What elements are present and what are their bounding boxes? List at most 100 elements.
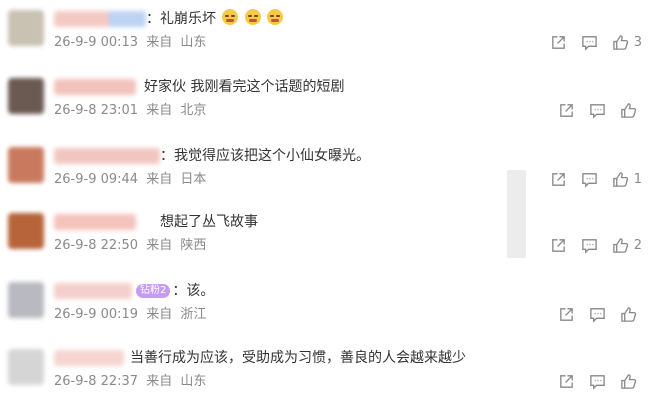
- reply-button[interactable]: [581, 171, 598, 188]
- like-button[interactable]: [620, 102, 642, 119]
- username[interactable]: [54, 11, 146, 27]
- comment-location: 北京: [180, 103, 207, 118]
- comment-meta: 26-9-9 00:13 来自 山东: [54, 34, 206, 52]
- share-button[interactable]: [558, 306, 575, 323]
- comment-item: ：我觉得应该把这个小仙女曝光。 26-9-9 09:44 来自 日本 1: [0, 139, 650, 205]
- thumbs-up-icon: [621, 373, 637, 389]
- like-button[interactable]: 1: [612, 171, 642, 188]
- crying-face-icon: [267, 9, 284, 25]
- comment-actions: [544, 100, 642, 120]
- comment-text: ：礼崩乐坏: [146, 9, 284, 29]
- comment-item: ：礼崩乐坏 26-9-9 00:13 来自 山东 3: [0, 2, 650, 68]
- share-button[interactable]: [550, 237, 567, 254]
- like-count: 3: [633, 34, 642, 50]
- fan-badge[interactable]: 钻粉2: [136, 284, 171, 298]
- comment-actions: 3: [536, 32, 642, 52]
- thumbs-up-icon: [612, 171, 628, 187]
- thumbs-up-icon: [612, 237, 628, 253]
- comment-text: 钻粉2 ：该。: [134, 281, 214, 301]
- comment-date: 26-9-8 23:01: [54, 103, 139, 118]
- comment-date: 26-9-8 22:37: [54, 374, 139, 389]
- comment-meta: 26-9-8 22:37 来自 山东: [54, 373, 206, 391]
- comment-from-label: 来自: [146, 374, 173, 389]
- comment-list: ：礼崩乐坏 26-9-9 00:13 来自 山东 3 好家伙 我刚看完这个话题的…: [0, 0, 650, 399]
- share-button[interactable]: [550, 34, 567, 51]
- like-count: 1: [633, 171, 642, 187]
- comment-date: 26-9-8 22:50: [54, 238, 139, 253]
- comment-text: 当善行成为应该，受助成为习惯，善良的人会越来越少: [130, 350, 466, 366]
- thumbs-up-icon: [621, 102, 637, 118]
- avatar[interactable]: [8, 349, 44, 385]
- comment-meta: 26-9-8 23:01 来自 北京: [54, 102, 206, 120]
- comment-from-label: 来自: [146, 307, 173, 322]
- comment-location: 山东: [180, 35, 207, 50]
- comment-icon: [581, 172, 597, 188]
- comment-text: 想起了丛飞故事: [160, 214, 258, 230]
- comment-meta: 26-9-8 22:50 来自 陕西: [54, 237, 206, 255]
- scrollbar-track[interactable]: [507, 170, 526, 258]
- avatar[interactable]: [8, 213, 44, 249]
- comment-date: 26-9-9 09:44: [54, 172, 139, 187]
- comment-actions: 2: [536, 235, 642, 255]
- share-icon: [551, 172, 565, 186]
- comment-actions: [544, 371, 642, 391]
- comment-from-label: 来自: [146, 103, 173, 118]
- comment-icon: [590, 374, 605, 390]
- comment-date: 26-9-9 00:13: [54, 35, 139, 50]
- share-button[interactable]: [558, 102, 575, 119]
- comment-from-label: 来自: [146, 35, 173, 50]
- avatar[interactable]: [8, 147, 44, 183]
- avatar[interactable]: [8, 10, 44, 46]
- thumbs-up-icon: [612, 34, 628, 50]
- reply-button[interactable]: [589, 373, 606, 390]
- comment-item: 钻粉2 ：该。 26-9-9 00:19 来自 浙江: [0, 274, 650, 340]
- avatar[interactable]: [8, 78, 44, 114]
- reply-button[interactable]: [589, 306, 606, 323]
- like-button[interactable]: [620, 306, 642, 323]
- comment-date: 26-9-9 00:19: [54, 307, 139, 322]
- comment-meta: 26-9-9 00:19 来自 浙江: [54, 306, 206, 324]
- comment-icon: [590, 307, 605, 323]
- crying-face-icon: [244, 9, 261, 25]
- crying-face-icon: [222, 9, 239, 25]
- share-icon: [560, 374, 573, 388]
- username[interactable]: [54, 79, 136, 95]
- share-icon: [560, 307, 573, 321]
- comment-location: 浙江: [180, 307, 207, 322]
- comment-text-content: ：该。: [172, 283, 215, 299]
- comment-icon: [581, 238, 597, 254]
- comment-item: 当善行成为应该，受助成为习惯，善良的人会越来越少 26-9-8 22:37 来自…: [0, 341, 650, 407]
- comment-meta: 26-9-9 09:44 来自 日本: [54, 171, 206, 189]
- thumbs-up-icon: [621, 306, 637, 322]
- comment-location: 山东: [180, 374, 207, 389]
- like-button[interactable]: [620, 373, 642, 390]
- username[interactable]: [54, 148, 160, 164]
- share-button[interactable]: [558, 373, 575, 390]
- comment-icon: [581, 35, 597, 51]
- comment-actions: 1: [536, 169, 642, 189]
- reply-button[interactable]: [581, 237, 598, 254]
- comment-location: 陕西: [180, 238, 207, 253]
- comment-item: 想起了丛飞故事 26-9-8 22:50 来自 陕西 2: [0, 205, 650, 271]
- comment-item: 好家伙 我刚看完这个话题的短剧 26-9-8 23:01 来自 北京: [0, 70, 650, 136]
- share-button[interactable]: [550, 171, 567, 188]
- comment-text: ：我觉得应该把这个小仙女曝光。: [160, 148, 370, 164]
- comment-text: 好家伙 我刚看完这个话题的短剧: [144, 79, 345, 95]
- comment-actions: [544, 304, 642, 324]
- comment-icon: [590, 103, 605, 119]
- reply-button[interactable]: [581, 34, 598, 51]
- username[interactable]: [54, 214, 136, 230]
- share-icon: [551, 238, 565, 252]
- avatar[interactable]: [8, 282, 44, 318]
- like-button[interactable]: 3: [612, 34, 642, 51]
- comment-text-content: ：礼崩乐坏: [146, 11, 216, 27]
- username[interactable]: [54, 283, 132, 299]
- comment-from-label: 来自: [146, 172, 173, 187]
- like-button[interactable]: 2: [612, 237, 642, 254]
- share-icon: [560, 103, 573, 117]
- comment-from-label: 来自: [146, 238, 173, 253]
- reply-button[interactable]: [589, 102, 606, 119]
- username[interactable]: [54, 350, 124, 366]
- comment-location: 日本: [180, 172, 207, 187]
- like-count: 2: [633, 237, 642, 253]
